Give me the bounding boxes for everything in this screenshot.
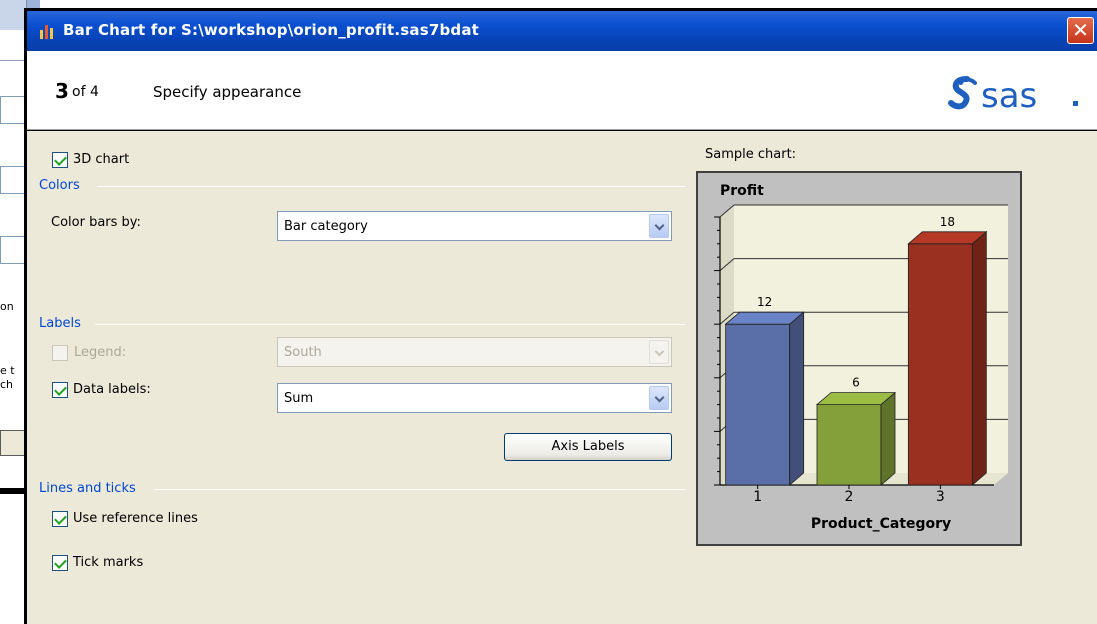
chevron-down-icon[interactable] [649,340,669,364]
bar-chart-icon [39,23,55,39]
chart-bar-top [724,311,805,325]
chart-3d-label: 3D chart [73,152,130,167]
close-button[interactable]: ✕ [1067,17,1094,44]
tick-marks-label: Tick marks [73,555,144,570]
background-text: ch [0,378,14,391]
chart-data-label: 12 [757,295,772,309]
sample-chart: Profit Product_Category 12 1 6 2 18 3 [696,171,1022,546]
step-total: of 4 [72,84,99,100]
chart-bar-top [815,392,897,406]
legend-label: Legend: [74,345,127,360]
chevron-down-icon[interactable] [649,214,669,238]
sample-chart-caption: Sample chart: [705,147,797,162]
step-number: 3 [55,79,69,103]
reference-lines-checkbox[interactable] [52,511,68,527]
legend-checkbox[interactable] [52,345,68,361]
sas-logo-text: sas [981,76,1037,115]
sas-logo: sas [948,76,1078,115]
wizard-body: 3D chart Colors Color bars by: Bar categ… [27,131,1097,624]
chart-bar [907,243,973,486]
chart-data-label: 18 [940,215,955,229]
lines-ticks-group-divider [154,489,685,490]
legend-position-value: South [284,345,322,360]
background-text: e t [0,364,15,377]
step-title: Specify appearance [153,83,302,101]
legend-position-select[interactable]: South [277,337,672,367]
chart-x-tick-label: 1 [753,489,762,505]
chart-bar-top [907,231,988,245]
chart-data-label: 6 [852,376,860,390]
chart-bar [725,323,791,486]
reference-lines-label: Use reference lines [73,511,198,526]
background-text: on [0,300,14,313]
chart-x-tick-label: 3 [936,489,945,505]
labels-group-label: Labels [39,316,81,331]
data-labels-select[interactable]: Sum [277,383,672,413]
chart-3d-checkbox[interactable] [52,152,68,168]
axis-labels-button[interactable]: Axis Labels [504,433,672,461]
colors-group-label: Colors [39,178,80,193]
chart-bar-side [880,391,896,486]
data-labels-label: Data labels: [73,382,151,397]
chart-bar-side [971,230,987,486]
tick-marks-checkbox[interactable] [52,555,68,571]
chevron-down-icon[interactable] [649,386,669,410]
data-labels-value: Sum [284,391,314,406]
data-labels-checkbox[interactable] [52,382,68,398]
wizard-header: 3 of 4 Specify appearance sas [27,51,1097,130]
colors-group-divider [97,186,685,187]
color-bars-by-label: Color bars by: [51,215,141,230]
title-bar[interactable]: Bar Chart for S:\workshop\orion_profit.s… [27,11,1097,51]
bar-chart-dialog: Bar Chart for S:\workshop\orion_profit.s… [24,8,1097,624]
labels-group-divider [95,324,685,325]
chart-bar [816,404,882,486]
chart-title: Profit [720,183,764,199]
sample-chart-svg: Profit Product_Category 12 1 6 2 18 3 [714,183,1008,532]
chart-x-tick-label: 2 [845,489,854,505]
chart-x-axis-label: Product_Category [811,516,951,532]
chart-bar-side [789,311,805,486]
color-bars-by-value: Bar category [284,219,368,234]
window-title: Bar Chart for S:\workshop\orion_profit.s… [63,21,480,39]
color-bars-by-select[interactable]: Bar category [277,211,672,241]
lines-ticks-group-label: Lines and ticks [39,481,136,496]
